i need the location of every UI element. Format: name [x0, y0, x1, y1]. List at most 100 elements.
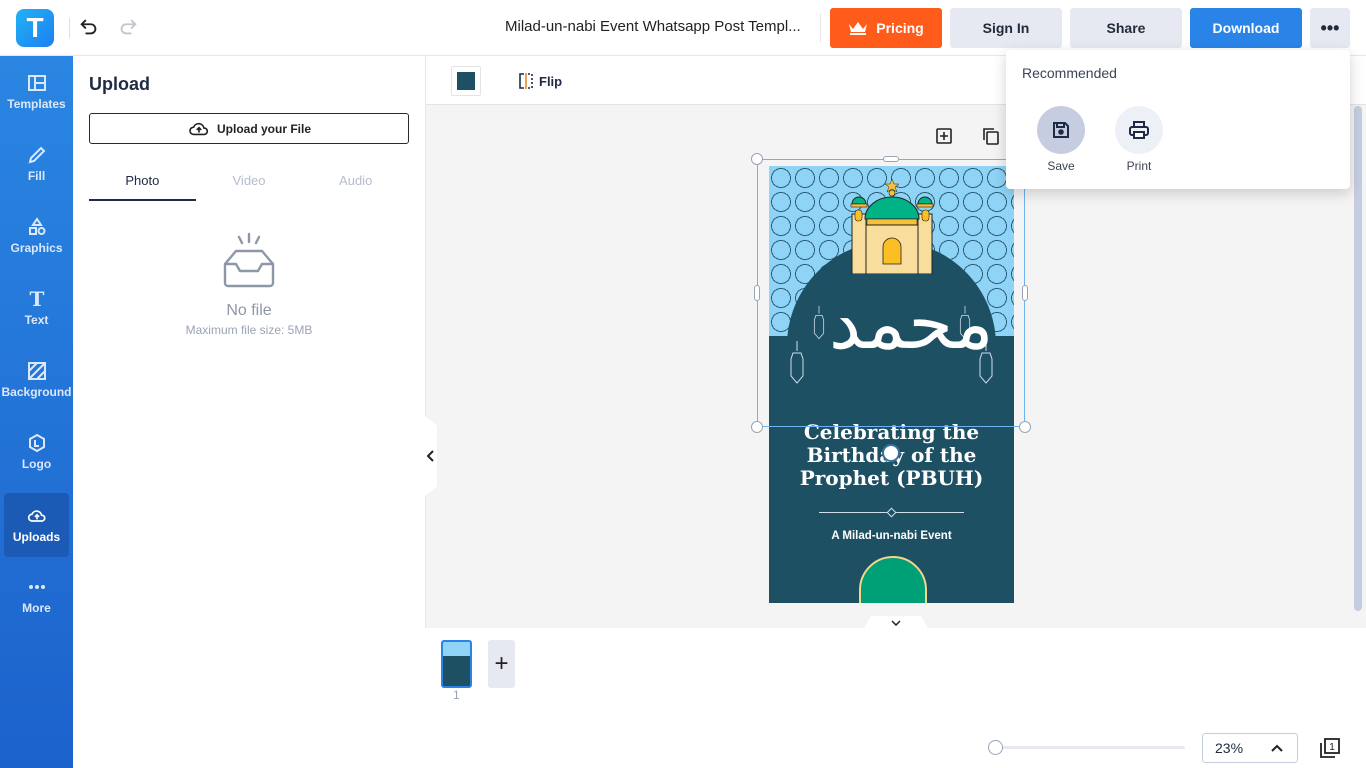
- zoom-slider-thumb[interactable]: [988, 740, 1003, 755]
- sidebar-item-label: Background: [1, 385, 72, 399]
- redo-icon[interactable]: [117, 16, 139, 38]
- flip-label: Flip: [539, 73, 563, 89]
- tab-video[interactable]: Video: [196, 166, 303, 201]
- page-thumbnail[interactable]: [441, 640, 472, 688]
- sidebar-item-uploads[interactable]: Uploads: [4, 493, 69, 557]
- headline-line: Prophet (PBUH): [799, 466, 984, 490]
- undo-icon[interactable]: [78, 16, 100, 38]
- logo-icon: [28, 433, 45, 453]
- print-icon-wrap: [1115, 106, 1163, 154]
- empty-subtitle: Maximum file size: 5MB: [185, 323, 313, 337]
- pencil-icon: [28, 146, 45, 164]
- thumbnail-pattern: [443, 642, 470, 656]
- svg-text:T: T: [29, 289, 44, 309]
- upload-panel: Upload Upload your File Photo Video Audi…: [73, 56, 425, 768]
- save-label: Save: [1047, 159, 1075, 173]
- sidebar-item-label: Graphics: [10, 241, 63, 255]
- sidebar-item-label: Text: [24, 313, 49, 327]
- add-page-button[interactable]: +: [488, 640, 515, 688]
- app-logo[interactable]: T: [16, 9, 54, 47]
- empty-state: No file Maximum file size: 5MB: [89, 231, 409, 337]
- sidebar-item-graphics[interactable]: Graphics: [4, 204, 69, 268]
- media-tabs: Photo Video Audio: [89, 166, 409, 201]
- sidebar: Templates Fill Graphics T Text Backgroun…: [0, 56, 73, 768]
- more-dots-icon: •••: [1320, 17, 1340, 38]
- sidebar-item-logo[interactable]: Logo: [4, 420, 69, 484]
- chevron-down-icon: [891, 620, 901, 626]
- sidebar-item-templates[interactable]: Templates: [4, 60, 69, 124]
- more-dots-icon: [28, 585, 45, 589]
- sidebar-item-label: Logo: [21, 457, 52, 471]
- sidebar-item-label: More: [22, 601, 51, 615]
- divider: [69, 18, 70, 38]
- canvas-tools: [934, 126, 1001, 146]
- save-icon: [1053, 122, 1069, 138]
- templates-icon: [27, 75, 46, 91]
- upload-file-button[interactable]: Upload your File: [89, 113, 409, 144]
- selection-box: [757, 159, 1025, 427]
- resize-handle-bottom-right[interactable]: [1019, 421, 1031, 433]
- empty-inbox-icon: [223, 232, 275, 288]
- print-button[interactable]: Print: [1115, 106, 1163, 173]
- chevron-up-icon: [1271, 744, 1283, 752]
- resize-handle-top-left[interactable]: [751, 153, 763, 165]
- pricing-button[interactable]: Pricing: [830, 8, 942, 48]
- divider: [820, 14, 821, 42]
- resize-handle-left[interactable]: [754, 285, 760, 301]
- rotate-handle[interactable]: [882, 444, 900, 462]
- fill-color-button[interactable]: [451, 66, 481, 96]
- resize-handle-bottom-left[interactable]: [751, 421, 763, 433]
- subline-text[interactable]: A Milad-un-nabi Event: [769, 530, 1014, 542]
- fill-color-swatch: [457, 72, 475, 90]
- more-options-dropdown: Recommended Save Print: [1006, 50, 1350, 189]
- download-button[interactable]: Download: [1190, 8, 1302, 48]
- sign-in-label: Sign In: [982, 20, 1030, 36]
- upload-file-label: Upload your File: [216, 121, 311, 136]
- resize-handle-right[interactable]: [1022, 285, 1028, 301]
- print-icon: [1129, 121, 1149, 139]
- document-title[interactable]: Milad-un-nabi Event Whatsapp Post Templ.…: [505, 18, 801, 35]
- sidebar-item-label: Templates: [7, 97, 66, 111]
- add-page-icon[interactable]: [934, 126, 954, 146]
- empty-title: No file: [226, 302, 272, 319]
- sidebar-item-label: Uploads: [12, 530, 61, 544]
- shapes-icon: [28, 217, 45, 235]
- panel-title: Upload: [89, 74, 150, 94]
- cloud-upload-icon: [27, 510, 46, 522]
- svg-text:1: 1: [1329, 742, 1335, 753]
- tab-photo[interactable]: Photo: [89, 166, 196, 201]
- duplicate-icon[interactable]: [981, 126, 1001, 146]
- sidebar-item-text[interactable]: T Text: [4, 276, 69, 340]
- save-button[interactable]: Save: [1037, 106, 1085, 173]
- share-button[interactable]: Share: [1070, 8, 1182, 48]
- sign-in-button[interactable]: Sign In: [950, 8, 1062, 48]
- sidebar-item-label: Fill: [27, 169, 46, 183]
- download-label: Download: [1212, 20, 1280, 36]
- page-number: 1: [453, 688, 460, 702]
- pricing-label: Pricing: [876, 20, 924, 36]
- print-label: Print: [1126, 159, 1152, 173]
- zoom-slider-track[interactable]: [990, 746, 1185, 749]
- top-bar: T Milad-un-nabi Event Whatsapp Post Temp…: [0, 0, 1366, 56]
- crown-icon: [849, 22, 868, 35]
- dropdown-title: Recommended: [1022, 65, 1117, 81]
- vertical-scrollbar[interactable]: [1354, 106, 1362, 611]
- share-label: Share: [1106, 20, 1146, 36]
- cloud-upload-icon: [189, 122, 209, 135]
- more-options-button[interactable]: •••: [1310, 8, 1350, 48]
- chevron-left-icon: [427, 450, 434, 462]
- sidebar-item-background[interactable]: Background: [1, 348, 72, 412]
- background-icon: [27, 362, 46, 380]
- collapse-panel-button[interactable]: [425, 416, 437, 496]
- tab-audio[interactable]: Audio: [302, 166, 409, 201]
- zoom-level-select[interactable]: 23%: [1202, 733, 1298, 763]
- resize-handle-top[interactable]: [883, 156, 899, 162]
- page-count-icon[interactable]: 1: [1318, 736, 1342, 760]
- sidebar-item-fill[interactable]: Fill: [4, 132, 69, 196]
- zoom-value: 23%: [1215, 740, 1244, 756]
- save-icon-wrap: [1037, 106, 1085, 154]
- text-icon: T: [29, 289, 44, 309]
- sidebar-item-more[interactable]: More: [4, 564, 69, 628]
- flip-button[interactable]: Flip: [518, 72, 562, 90]
- flip-icon: [519, 73, 533, 89]
